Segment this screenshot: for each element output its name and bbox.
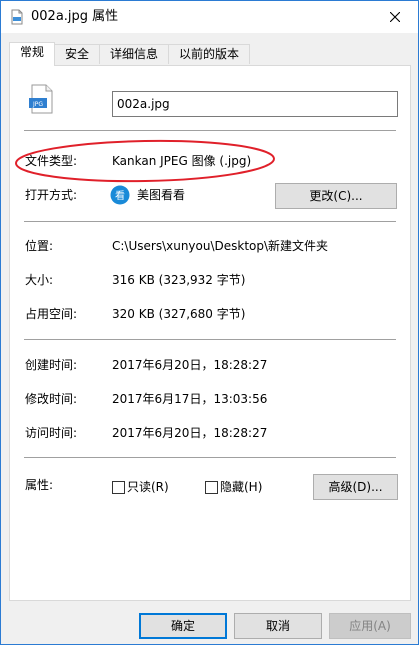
created-label: 创建时间: xyxy=(25,358,78,372)
readonly-label[interactable]: 只读(R) xyxy=(127,479,169,495)
created-value: 2017年6月20日，18:28:27 xyxy=(112,358,268,372)
open-with-label: 打开方式: xyxy=(25,188,78,202)
separator xyxy=(24,339,396,340)
location-label: 位置: xyxy=(25,239,54,253)
accessed-value: 2017年6月20日，18:28:27 xyxy=(112,426,268,440)
size-on-disk-label: 占用空间: xyxy=(25,307,78,321)
close-button[interactable] xyxy=(372,1,418,33)
modified-value: 2017年6月17日，13:03:56 xyxy=(112,392,268,406)
open-with-app-name: 美图看看 xyxy=(137,188,186,202)
separator xyxy=(24,130,396,131)
modified-label: 修改时间: xyxy=(25,392,78,406)
general-panel: JPG 文件类型: Kankan JPEG 图像 (.jpg) 打开方式: 看 … xyxy=(9,65,411,601)
app-icon-glyph: 看 xyxy=(115,189,125,202)
tab-general[interactable]: 常规 xyxy=(9,42,55,66)
meitu-kankan-app-icon: 看 xyxy=(110,185,130,205)
attributes-label: 属性: xyxy=(25,478,54,492)
cancel-button[interactable]: 取消 xyxy=(234,613,322,639)
apply-button[interactable]: 应用(A) xyxy=(329,613,411,639)
readonly-checkbox[interactable] xyxy=(112,481,125,494)
tab-previous-versions[interactable]: 以前的版本 xyxy=(168,44,250,64)
separator xyxy=(24,221,396,222)
tab-details[interactable]: 详细信息 xyxy=(99,44,169,64)
file-icon-label: JPG xyxy=(32,101,43,108)
window-title: 002a.jpg 属性 xyxy=(31,9,119,24)
ok-button[interactable]: 确定 xyxy=(139,613,227,639)
close-icon xyxy=(390,12,400,22)
accessed-label: 访问时间: xyxy=(25,426,78,440)
location-value: C:\Users\xunyou\Desktop\新建文件夹 xyxy=(112,239,329,253)
tab-security[interactable]: 安全 xyxy=(54,44,100,64)
properties-dialog: 002a.jpg 属性 常规 安全 详细信息 以前的版本 JPG 文件类型: K… xyxy=(0,0,419,645)
change-button[interactable]: 更改(C)... xyxy=(275,183,397,209)
hidden-label[interactable]: 隐藏(H) xyxy=(220,479,262,495)
size-value: 316 KB (323,932 字节) xyxy=(112,273,246,287)
file-type-label: 文件类型: xyxy=(25,154,78,168)
title-bar: 002a.jpg 属性 xyxy=(1,1,418,33)
filename-input[interactable] xyxy=(112,91,398,117)
jpg-file-icon xyxy=(11,9,23,25)
size-label: 大小: xyxy=(25,273,54,287)
separator xyxy=(24,457,396,458)
jpg-file-large-icon: JPG xyxy=(29,84,53,114)
file-type-value: Kankan JPEG 图像 (.jpg) xyxy=(112,154,252,168)
size-on-disk-value: 320 KB (327,680 字节) xyxy=(112,307,246,321)
advanced-button[interactable]: 高级(D)... xyxy=(313,474,398,500)
hidden-checkbox[interactable] xyxy=(205,481,218,494)
